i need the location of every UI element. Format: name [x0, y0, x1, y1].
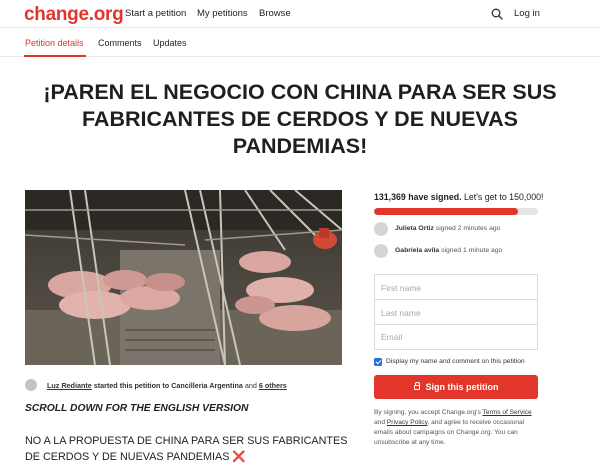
- starter-mid-text: started this petition to: [91, 381, 172, 390]
- browse-link[interactable]: Browse: [259, 8, 291, 19]
- active-tab-indicator: [24, 55, 86, 57]
- tab-updates[interactable]: Updates: [153, 38, 187, 48]
- petition-tabs: Petition details Comments Updates: [0, 29, 600, 57]
- signer-text: Gabriela avila signed 1 minute ago: [395, 247, 502, 254]
- last-name-field[interactable]: [374, 299, 538, 325]
- privacy-policy-link[interactable]: Privacy Policy: [387, 419, 428, 426]
- legal-disclaimer: By signing, you accept Change.org's Term…: [374, 408, 544, 448]
- petition-starter-line: Luz Rediante started this petition to Ca…: [25, 377, 355, 393]
- search-icon[interactable]: [491, 8, 503, 20]
- email-field[interactable]: [374, 324, 538, 350]
- sign-button-label: Sign this petition: [425, 382, 499, 392]
- starter-text: Luz Rediante started this petition to Ca…: [47, 381, 287, 390]
- decision-maker-link[interactable]: Cancilleria Argentina: [171, 381, 243, 390]
- legal-text-2: and: [374, 419, 387, 426]
- english-version-note: SCROLL DOWN FOR THE ENGLISH VERSION: [25, 403, 249, 414]
- my-petitions-link[interactable]: My petitions: [197, 8, 248, 19]
- top-navbar: change.org Start a petition My petitions…: [0, 0, 600, 28]
- display-name-checkbox[interactable]: [374, 358, 382, 366]
- signer-text: Julieta Ortiz signed 2 minutes ago: [395, 225, 500, 232]
- goal-text: Let's get to 150,000!: [461, 192, 544, 202]
- petition-photo: [25, 190, 342, 365]
- terms-of-service-link[interactable]: Terms of Service: [483, 409, 532, 416]
- signer-name: Julieta Ortiz: [395, 225, 434, 232]
- change-org-logo[interactable]: change.org: [24, 4, 124, 26]
- start-petition-link[interactable]: Start a petition: [125, 8, 186, 19]
- tab-petition-details[interactable]: Petition details: [25, 38, 84, 48]
- display-name-label: Display my name and comment on this peti…: [386, 358, 525, 365]
- sign-petition-button[interactable]: Sign this petition: [374, 375, 538, 399]
- lock-icon: [413, 382, 420, 390]
- petition-body-line-text: DE CERDOS Y DE NUEVAS PANDEMIAS: [25, 450, 233, 463]
- petition-body-line: NO A LA PROPUESTA DE CHINA PARA SER SUS …: [25, 435, 348, 447]
- petition-body: NO A LA PROPUESTA DE CHINA PARA SER SUS …: [25, 434, 355, 465]
- first-name-field[interactable]: [374, 274, 538, 300]
- signer-time: signed 2 minutes ago: [433, 225, 501, 232]
- tab-comments[interactable]: Comments: [98, 38, 142, 48]
- legal-text-1: By signing, you accept Change.org's: [374, 409, 483, 416]
- signature-count: 131,369 have signed. Let's get to 150,00…: [374, 192, 543, 202]
- starter-and-text: and: [242, 381, 259, 390]
- signer-name: Gabriela avila: [395, 247, 440, 254]
- starter-name-link[interactable]: Luz Rediante: [47, 381, 92, 390]
- pig-pens-image: [25, 190, 342, 365]
- display-name-option: Display my name and comment on this peti…: [374, 357, 544, 369]
- petition-title: ¡PAREN EL NEGOCIO CON CHINA PARA SER SUS…: [40, 79, 560, 160]
- petition-title-line: PANDEMIAS!: [232, 134, 368, 158]
- signer-avatar: [374, 222, 388, 236]
- starter-avatar: [25, 379, 37, 391]
- signer-avatar: [374, 244, 388, 258]
- cross-mark-icon: ❌: [232, 450, 246, 463]
- signer-time: signed 1 minute ago: [439, 247, 503, 254]
- petition-title-line: ¡PAREN EL NEGOCIO CON CHINA PARA SER SUS: [43, 80, 557, 104]
- signature-progress-bar: [374, 208, 538, 215]
- recent-signer: Gabriela avila signed 1 minute ago: [374, 244, 544, 260]
- login-link[interactable]: Log in: [514, 8, 540, 19]
- others-link[interactable]: 6 others: [259, 381, 287, 390]
- petition-body-line: DE CERDOS Y DE NUEVAS PANDEMIAS ❌: [25, 450, 355, 466]
- petition-title-line: FABRICANTES DE CERDOS Y DE NUEVAS: [81, 107, 519, 131]
- signed-count-text: 131,369 have signed.: [374, 192, 462, 202]
- signature-progress-fill: [374, 208, 518, 215]
- recent-signer: Julieta Ortiz signed 2 minutes ago: [374, 222, 544, 238]
